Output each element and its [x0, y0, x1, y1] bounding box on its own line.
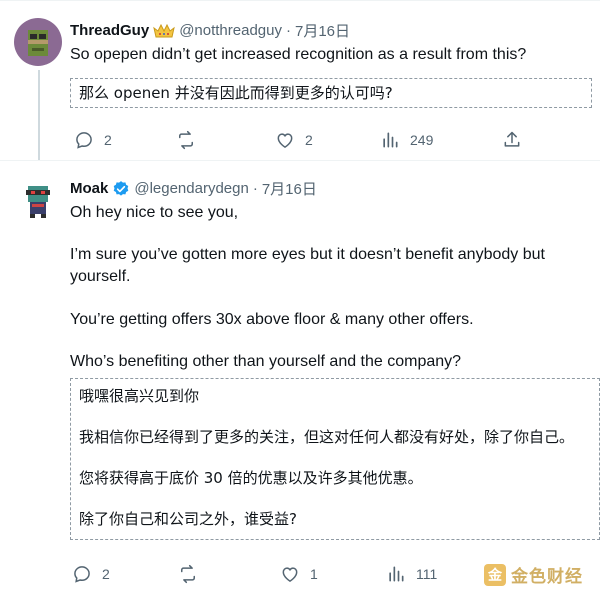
share-icon	[504, 131, 520, 147]
like-icon	[277, 133, 293, 148]
translation-line: 除了你自己和公司之外，谁受益?	[79, 510, 297, 528]
tweet1-translation: 那么 openen 并没有因此而得到更多的认可吗?	[70, 78, 592, 108]
reply-button[interactable]: 2	[74, 130, 112, 150]
share-button[interactable]	[502, 130, 522, 150]
tweet2-header: Moak @legendarydegn · 7月16日	[70, 178, 317, 199]
tweet-paragraph: You’re getting offers 30x above floor & …	[70, 311, 474, 328]
reply-count: 2	[102, 566, 110, 582]
like-button[interactable]: 1	[280, 564, 318, 584]
retweet-button[interactable]	[176, 130, 206, 150]
verified-icon	[112, 180, 130, 198]
retweet-icon	[181, 564, 195, 584]
moak-avatar[interactable]	[14, 176, 62, 224]
author-handle[interactable]: @notthreadguy	[179, 22, 282, 39]
separator-dot: ·	[285, 22, 291, 39]
translation-line: 哦嘿很高兴见到你	[79, 387, 200, 405]
views-count: 111	[416, 566, 438, 582]
tweet-paragraph: I’m sure you’ve gotten more eyes but it …	[70, 246, 545, 285]
translation-line: 我相信你已经得到了更多的关注，但这对任何人都没有好处，除了你自己。	[79, 428, 575, 446]
like-icon	[282, 567, 298, 582]
views-count: 249	[410, 132, 434, 148]
tweet1-actions: 2 2 249	[0, 130, 600, 154]
views-icon	[383, 132, 398, 148]
threadguy-avatar[interactable]	[14, 18, 62, 66]
reply-icon	[74, 566, 90, 583]
retweet-button[interactable]	[178, 564, 208, 584]
reply-icon	[76, 132, 92, 149]
watermark-logo-icon: 金	[484, 563, 506, 586]
watermark-text: 金色财经	[511, 567, 583, 587]
author-name[interactable]: Moak	[70, 180, 108, 197]
separator-dot: ·	[252, 180, 258, 197]
like-count: 1	[310, 566, 318, 582]
top-border	[0, 0, 600, 1]
reply-count: 2	[104, 132, 112, 148]
timestamp[interactable]: 7月16日	[295, 20, 350, 41]
translation-line: 那么 openen 并没有因此而得到更多的认可吗?	[79, 84, 393, 102]
tweet1-text: So opepen didn’t get increased recogniti…	[70, 46, 527, 63]
tweet-paragraph: Who’s benefiting other than yourself and…	[70, 353, 462, 370]
tweet2-text: Oh hey nice to see you, I’m sure you’ve …	[70, 202, 570, 373]
reply-button[interactable]: 2	[72, 564, 110, 584]
translation-line: 您将获得高于底价 30 倍的优惠以及许多其他优惠。	[79, 469, 423, 487]
views-button[interactable]: 111	[386, 564, 437, 584]
tweet2-translation: 哦嘿很高兴见到你 我相信你已经得到了更多的关注，但这对任何人都没有好处，除了你自…	[70, 378, 600, 540]
tweet1-header: ThreadGuy @notthreadguy · 7月16日	[70, 20, 350, 41]
like-count: 2	[305, 132, 313, 148]
author-handle[interactable]: @legendarydegn	[134, 180, 248, 197]
like-button[interactable]: 2	[275, 130, 313, 150]
tweet-paragraph: Oh hey nice to see you,	[70, 204, 239, 221]
watermark: 金 金色财经	[484, 562, 583, 587]
author-name[interactable]: ThreadGuy	[70, 22, 149, 39]
views-icon	[389, 566, 404, 582]
views-button[interactable]: 249	[380, 130, 433, 150]
tweet-separator	[0, 160, 600, 161]
subscriber-badge-icon	[153, 23, 175, 39]
retweet-icon	[179, 130, 193, 150]
timestamp[interactable]: 7月16日	[262, 178, 317, 199]
